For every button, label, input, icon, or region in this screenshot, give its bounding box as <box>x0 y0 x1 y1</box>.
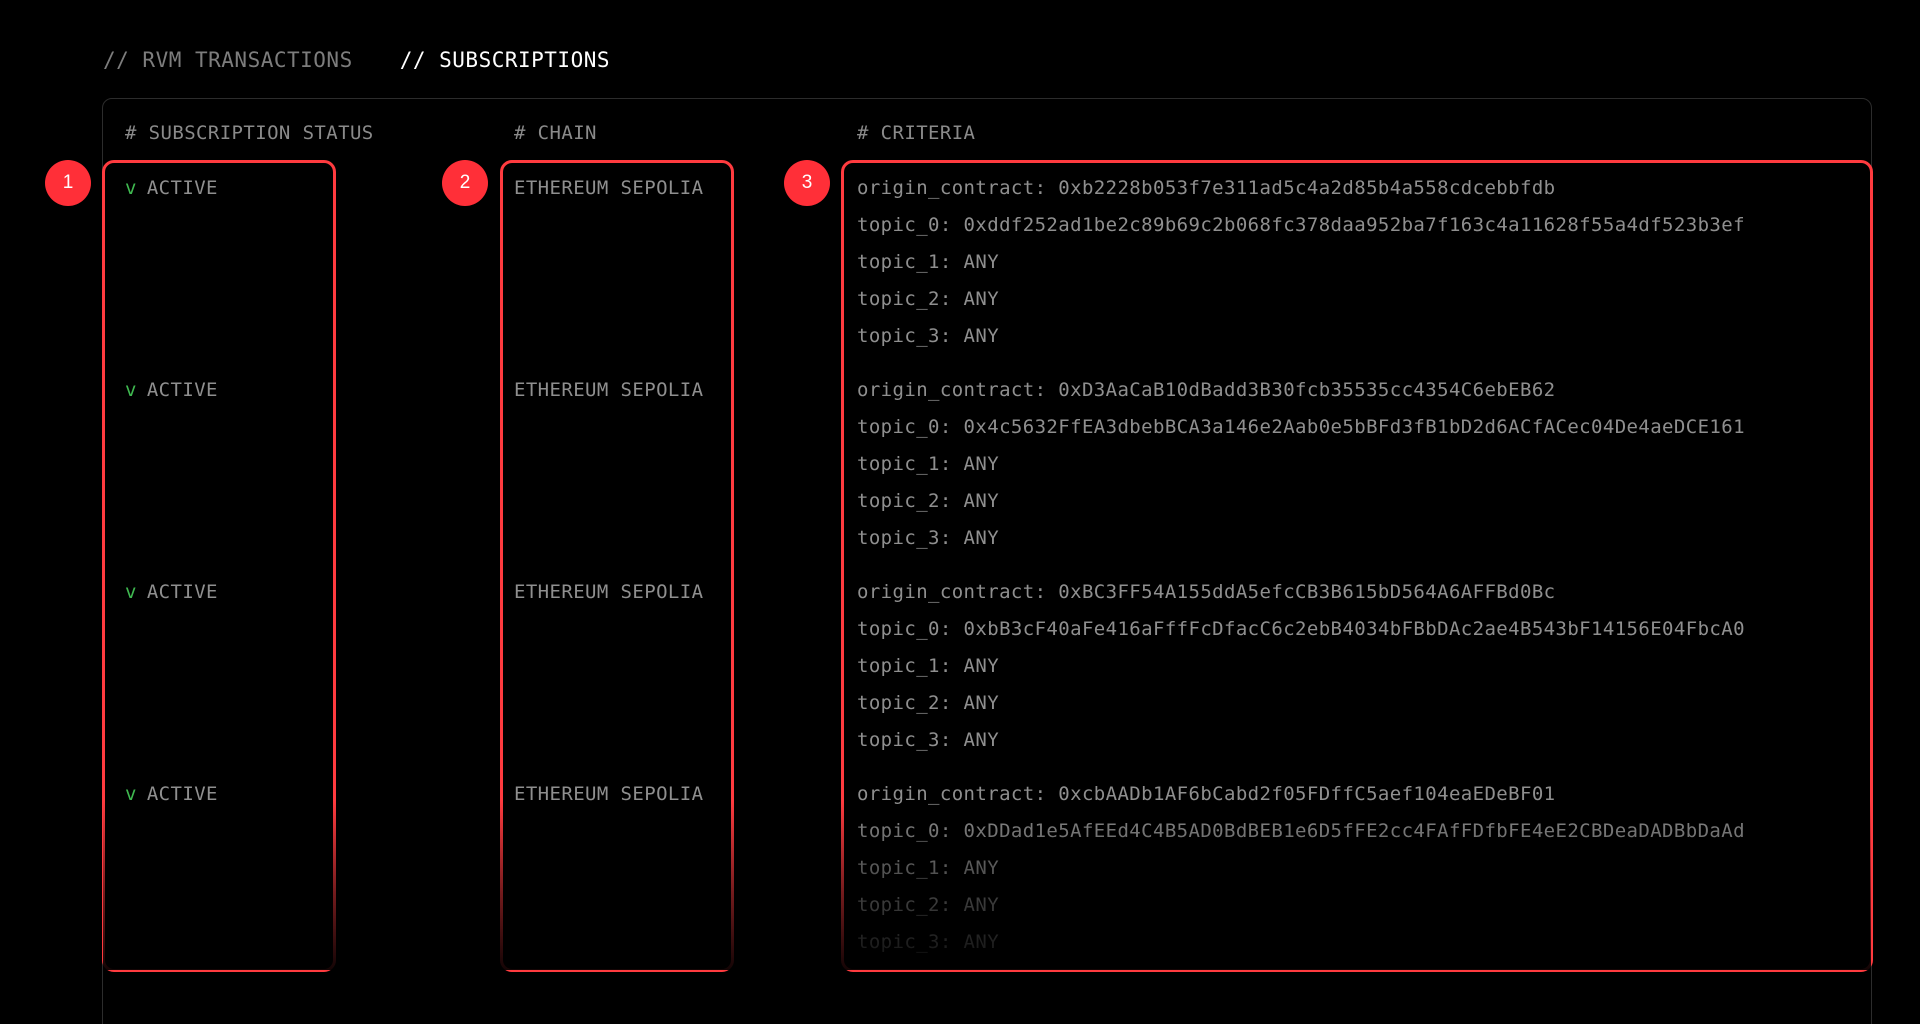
criteria-topic-3: topic_3: ANY <box>857 729 1000 751</box>
marker-1: 1 <box>45 160 91 206</box>
criteria-origin-contract: origin_contract: 0xBC3FF54A155ddA5efcCB3… <box>857 581 1556 603</box>
criteria-column-highlight <box>841 160 1873 972</box>
table-row-status: v ACTIVE <box>125 177 218 199</box>
status-label: ACTIVE <box>146 581 218 603</box>
column-header-chain: # CHAIN <box>514 122 597 144</box>
criteria-topic-0: topic_0: 0xDDad1e5AfEEd4C4B5AD0BdBEB1e6D… <box>857 820 1745 842</box>
criteria-topic-1: topic_1: ANY <box>857 251 1000 273</box>
criteria-topic-3: topic_3: ANY <box>857 325 1000 347</box>
subscriptions-page: // RVM TRANSACTIONS // SUBSCRIPTIONS # S… <box>0 0 1920 1024</box>
table-row-chain: ETHEREUM SEPOLIA <box>514 177 704 199</box>
check-icon: v <box>125 379 137 401</box>
criteria-topic-1: topic_1: ANY <box>857 453 1000 475</box>
criteria-topic-1: topic_1: ANY <box>857 655 1000 677</box>
tab-bar: // RVM TRANSACTIONS // SUBSCRIPTIONS <box>103 48 610 72</box>
status-label: ACTIVE <box>146 177 218 199</box>
status-label: ACTIVE <box>146 783 218 805</box>
check-icon: v <box>125 581 137 603</box>
criteria-origin-contract: origin_contract: 0xcbAADb1AF6bCabd2f05FD… <box>857 783 1556 805</box>
criteria-topic-2: topic_2: ANY <box>857 692 1000 714</box>
table-row-chain: ETHEREUM SEPOLIA <box>514 581 704 603</box>
table-row-chain: ETHEREUM SEPOLIA <box>514 783 704 805</box>
table-row-status: v ACTIVE <box>125 783 218 805</box>
criteria-topic-3: topic_3: ANY <box>857 527 1000 549</box>
criteria-origin-contract: origin_contract: 0xD3AaCaB10dBadd3B30fcb… <box>857 379 1556 401</box>
criteria-topic-2: topic_2: ANY <box>857 894 1000 916</box>
check-icon: v <box>125 177 137 199</box>
column-header-criteria: # CRITERIA <box>857 122 976 144</box>
status-column-highlight <box>102 160 336 972</box>
marker-3: 3 <box>784 160 830 206</box>
criteria-topic-0: topic_0: 0x4c5632FfEA3dbebBCA3a146e2Aab0… <box>857 416 1745 438</box>
status-label: ACTIVE <box>146 379 218 401</box>
table-row-chain: ETHEREUM SEPOLIA <box>514 379 704 401</box>
tab-subscriptions[interactable]: // SUBSCRIPTIONS <box>400 48 610 72</box>
check-icon: v <box>125 783 137 805</box>
tab-rvm-transactions[interactable]: // RVM TRANSACTIONS <box>103 48 353 72</box>
criteria-origin-contract: origin_contract: 0xb2228b053f7e311ad5c4a… <box>857 177 1556 199</box>
table-row-status: v ACTIVE <box>125 379 218 401</box>
criteria-topic-1: topic_1: ANY <box>857 857 1000 879</box>
chain-column-highlight <box>500 160 734 972</box>
column-header-status: # SUBSCRIPTION STATUS <box>125 122 374 144</box>
table-row-status: v ACTIVE <box>125 581 218 603</box>
criteria-topic-2: topic_2: ANY <box>857 490 1000 512</box>
criteria-topic-3: topic_3: ANY <box>857 931 1000 953</box>
criteria-topic-2: topic_2: ANY <box>857 288 1000 310</box>
criteria-topic-0: topic_0: 0xbB3cF40aFe416aFffFcDfacC6c2eb… <box>857 618 1745 640</box>
marker-2: 2 <box>442 160 488 206</box>
criteria-topic-0: topic_0: 0xddf252ad1be2c89b69c2b068fc378… <box>857 214 1745 236</box>
